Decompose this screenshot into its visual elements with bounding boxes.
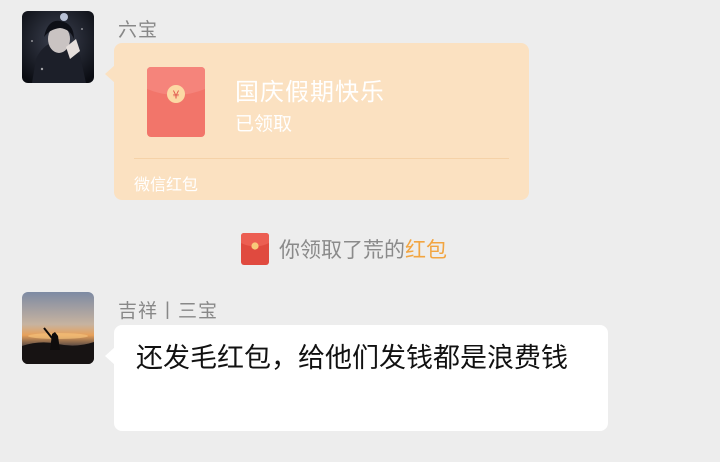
person-hooded-avatar-icon [22, 11, 94, 83]
message-text: 还发毛红包，给他们发钱都是浪费钱 [136, 343, 568, 374]
message-bubble[interactable]: 还发毛红包，给他们发钱都是浪费钱 [105, 325, 608, 431]
divider [134, 158, 509, 159]
red-packet-link[interactable]: 红包 [405, 234, 447, 264]
avatar[interactable] [22, 292, 94, 364]
red-packet-footer: 微信红包 [134, 175, 199, 194]
sunset-mountain-avatar-icon [22, 292, 94, 364]
red-packet-card[interactable]: ¥ 国庆假期快乐 已领取 微信红包 [105, 43, 529, 200]
system-notice: 你领取了荒的 红包 [241, 233, 447, 265]
sender-name: 六宝 [118, 19, 159, 41]
svg-text:¥: ¥ [173, 89, 180, 102]
notice-text: 你领取了荒的 [279, 238, 405, 262]
red-packet-status: 已领取 [235, 113, 293, 135]
red-packet-title: 国庆假期快乐 [235, 78, 385, 106]
chat-view: 六宝 ¥ 国庆假期快乐 已领取 微信红包 你领取了荒的 红包 吉祥丨三宝 还发毛… [0, 0, 720, 462]
red-packet-icon: ¥ [147, 67, 205, 137]
avatar[interactable] [22, 11, 94, 83]
red-packet-small-icon [241, 233, 269, 265]
sender-name: 吉祥丨三宝 [118, 300, 219, 322]
